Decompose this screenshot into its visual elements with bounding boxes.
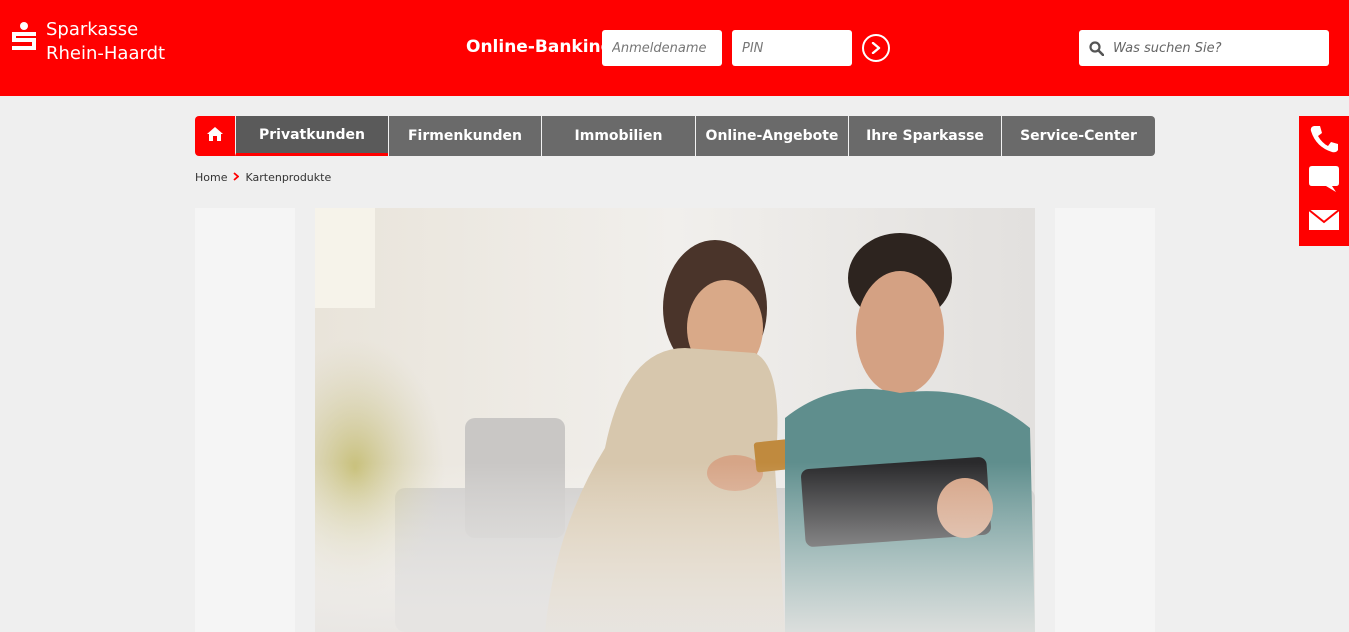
search-input[interactable] [1113,30,1323,66]
username-input[interactable] [602,30,722,66]
search-icon [1079,30,1113,66]
contact-sidebar [1299,116,1349,246]
mail-contact-button[interactable] [1306,205,1342,239]
login-submit-button[interactable] [862,34,890,62]
chevron-right-icon [233,171,240,184]
content-side-left [195,208,295,632]
sparkasse-logo[interactable]: Sparkasse Rhein-Haardt [12,18,165,66]
brand-line-1: Sparkasse [46,19,139,40]
sparkasse-s-icon [12,22,36,50]
header: Sparkasse Rhein-Haardt Online-Banking [0,0,1349,96]
phone-icon [1308,123,1340,157]
main-nav: Privatkunden Firmenkunden Immobilien Onl… [195,116,1155,156]
breadcrumb: Home Kartenprodukte [195,171,331,184]
site-search[interactable] [1079,30,1329,66]
breadcrumb-current: Kartenprodukte [245,171,332,184]
phone-contact-button[interactable] [1306,123,1342,157]
breadcrumb-home-link[interactable]: Home [195,171,227,184]
online-banking-label: Online-Banking [466,37,613,57]
chevron-right-icon [871,39,881,58]
chat-contact-button[interactable] [1306,164,1342,198]
home-icon [206,126,224,146]
nav-home-button[interactable] [195,116,235,156]
brand-line-2: Rhein-Haardt [46,43,166,64]
nav-item-online-angebote[interactable]: Online-Angebote [695,116,848,156]
hero-image [315,208,1035,632]
nav-item-ihre-sparkasse[interactable]: Ihre Sparkasse [848,116,1001,156]
nav-item-immobilien[interactable]: Immobilien [541,116,695,156]
nav-item-service-center[interactable]: Service-Center [1001,116,1155,156]
pin-input[interactable] [732,30,852,66]
nav-item-privatkunden[interactable]: Privatkunden [235,116,388,156]
mail-icon [1308,208,1340,235]
brand-name: Sparkasse Rhein-Haardt [46,18,165,66]
chat-icon [1308,165,1340,197]
nav-item-firmenkunden[interactable]: Firmenkunden [388,116,541,156]
content-side-right [1055,208,1155,632]
